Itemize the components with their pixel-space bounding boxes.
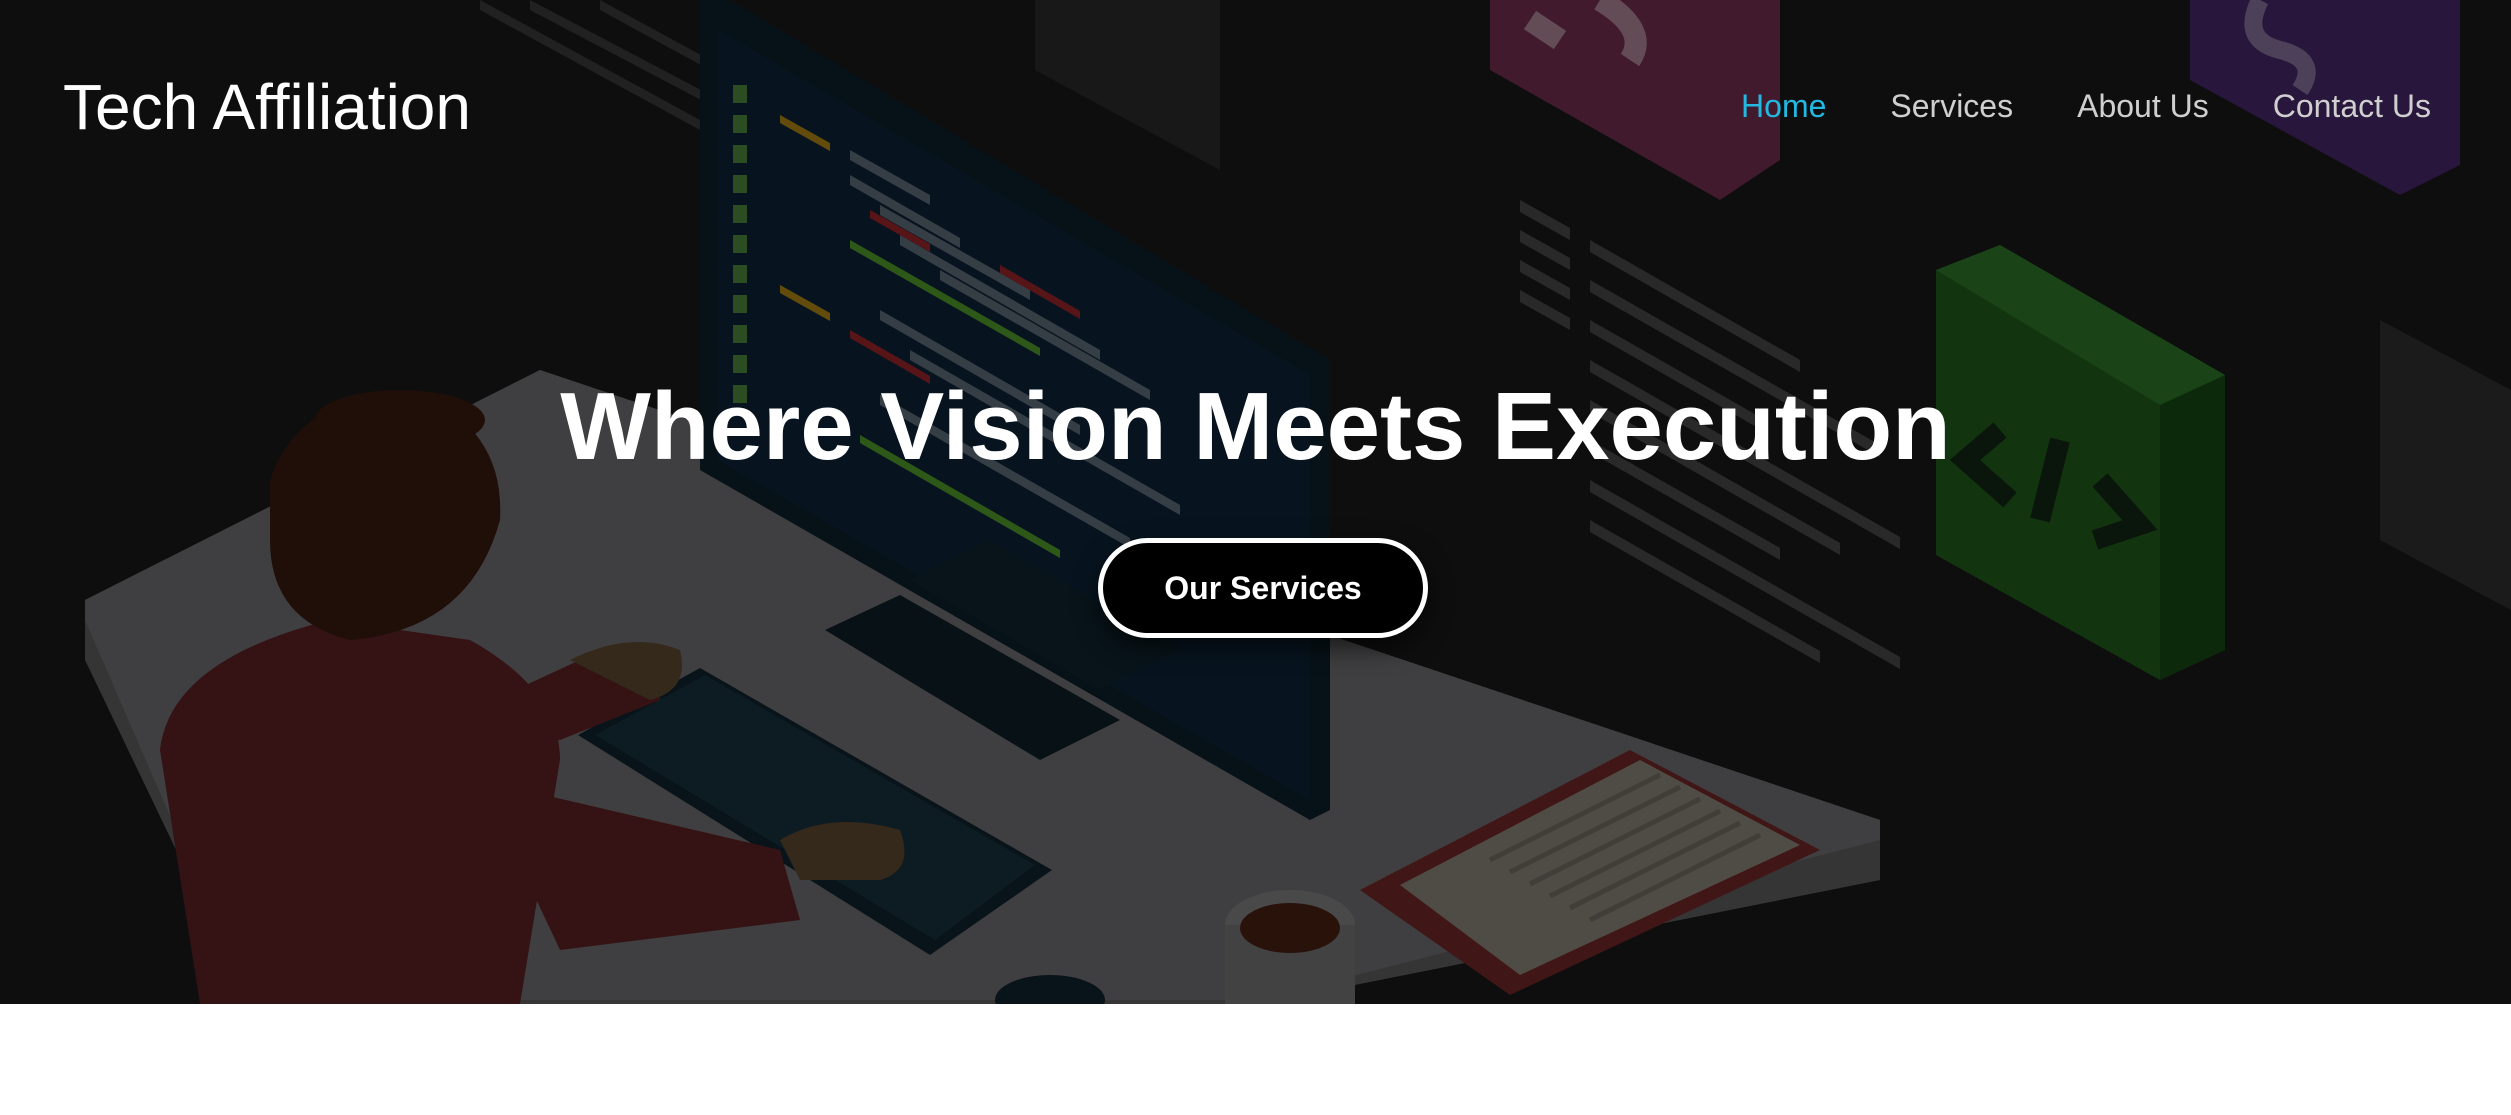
hero-section: Tech Affiliation Home Services About Us … — [0, 0, 2511, 1004]
main-nav: Home Services About Us Contact Us — [1741, 88, 2431, 125]
nav-link-services[interactable]: Services — [1890, 88, 2013, 125]
nav-link-about-us[interactable]: About Us — [2077, 88, 2209, 125]
nav-link-home[interactable]: Home — [1741, 88, 1826, 125]
page-content-area — [0, 1004, 2511, 1115]
our-services-button[interactable]: Our Services — [1098, 538, 1428, 638]
hero-overlay — [0, 0, 2511, 1004]
hero-headline: Where Vision Meets Execution — [560, 373, 1951, 480]
brand-logo-text[interactable]: Tech Affiliation — [63, 70, 471, 144]
nav-link-contact-us[interactable]: Contact Us — [2273, 88, 2431, 125]
